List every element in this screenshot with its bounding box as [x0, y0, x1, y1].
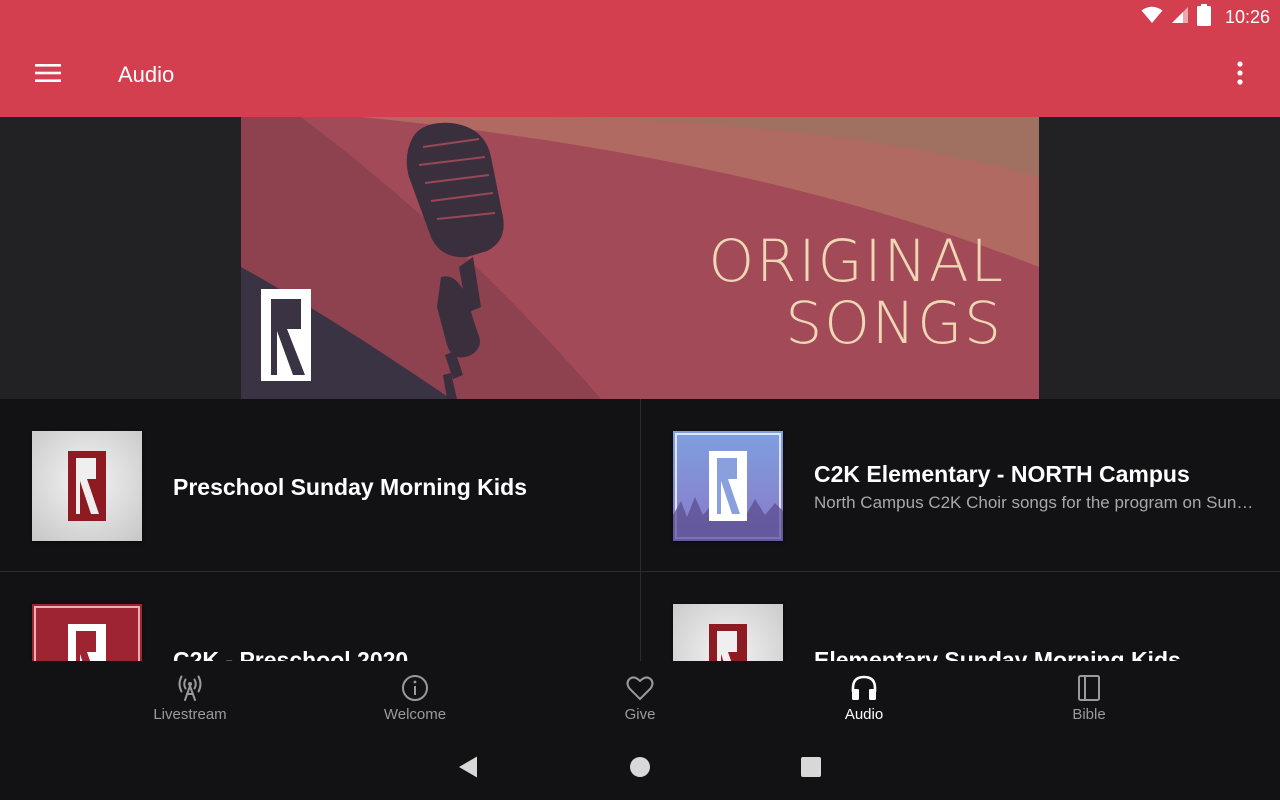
recents-icon: [800, 756, 822, 783]
headphones-icon: [850, 674, 878, 702]
app-bar: 10:26 Audio: [0, 0, 1280, 117]
app-root: 10:26 Audio ORIGINAL SONGS Preschool Sun…: [0, 0, 1280, 800]
status-bar: 10:26: [1141, 3, 1270, 31]
brand-logo: [261, 289, 311, 381]
home-button[interactable]: [627, 756, 653, 782]
home-icon: [629, 756, 651, 783]
featured-banner[interactable]: ORIGINAL SONGS: [241, 117, 1039, 399]
wifi-icon: [1141, 6, 1163, 29]
nav-label: Livestream: [153, 706, 227, 723]
info-icon: [401, 674, 429, 702]
album-thumbnail: [32, 431, 142, 541]
album-thumbnail: [673, 431, 783, 541]
list-item[interactable]: C2K Elementary - NORTH Campus North Camp…: [641, 399, 1280, 571]
menu-button[interactable]: [22, 52, 74, 98]
broadcast-tower-icon: [176, 674, 204, 702]
list-item[interactable]: C2K - Preschool 2020: [0, 572, 640, 661]
more-vert-icon: [1236, 60, 1244, 90]
item-title: C2K - Preschool 2020: [173, 647, 409, 661]
item-title: C2K Elementary - NORTH Campus: [814, 461, 1190, 487]
bottom-navigation: Livestream Welcome Give Audio Bible: [0, 661, 1280, 739]
heart-icon: [626, 674, 654, 702]
back-icon: [457, 755, 479, 784]
item-title: Elementary Sunday Morning Kids: [814, 647, 1181, 661]
back-button[interactable]: [455, 756, 481, 782]
list-item[interactable]: Preschool Sunday Morning Kids: [0, 399, 640, 571]
battery-icon: [1196, 3, 1211, 31]
nav-label: Welcome: [383, 706, 447, 723]
nav-label: Audio: [844, 706, 884, 723]
cell-signal-icon: [1171, 6, 1189, 29]
book-icon: [1077, 674, 1101, 702]
list-item[interactable]: Elementary Sunday Morning Kids: [641, 572, 1280, 661]
banner-title-line1: ORIGINAL: [708, 227, 1005, 295]
page-title: Audio: [118, 62, 175, 87]
audio-list: Preschool Sunday Morning Kids C2K Elemen…: [0, 399, 1280, 661]
system-navigation-bar: [0, 739, 1280, 800]
more-options-button[interactable]: [1218, 52, 1262, 98]
item-subtitle: North Campus C2K Choir songs for the pro…: [814, 493, 1254, 512]
nav-audio[interactable]: Audio: [784, 661, 944, 739]
nav-label: Bible: [1072, 706, 1106, 723]
banner-title-line2: SONGS: [785, 289, 1003, 357]
hamburger-menu-icon: [35, 63, 61, 87]
nav-livestream[interactable]: Livestream: [110, 661, 270, 739]
item-title: Preschool Sunday Morning Kids: [173, 474, 527, 500]
nav-bible[interactable]: Bible: [1009, 661, 1169, 739]
recents-button[interactable]: [798, 756, 824, 782]
album-thumbnail: [673, 604, 783, 661]
album-thumbnail: [32, 604, 142, 661]
nav-label: Give: [624, 706, 656, 723]
nav-give[interactable]: Give: [560, 661, 720, 739]
status-time: 10:26: [1224, 6, 1270, 27]
nav-welcome[interactable]: Welcome: [335, 661, 495, 739]
